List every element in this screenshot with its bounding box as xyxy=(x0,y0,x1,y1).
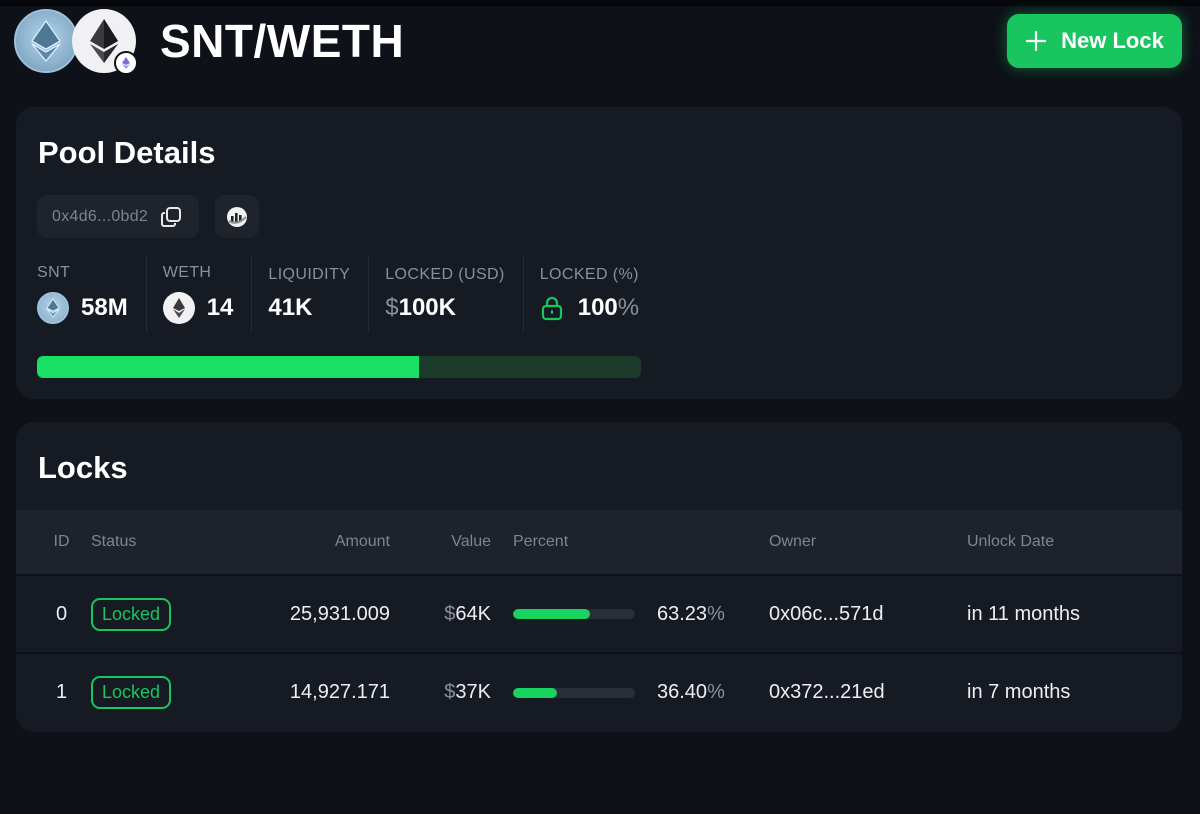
currency-symbol: $ xyxy=(444,602,456,625)
pool-details-title: Pool Details xyxy=(38,135,216,170)
stat-locked-usd: LOCKED (USD) $ 100K xyxy=(385,255,524,333)
stat-liquidity-label: LIQUIDITY xyxy=(268,266,351,283)
currency-symbol: $ xyxy=(444,681,456,703)
col-value: Value xyxy=(451,533,491,550)
stat-weth-label: WETH xyxy=(162,264,212,281)
stat-locked-pct: LOCKED (%) 100% xyxy=(540,255,657,333)
lock-percent: 36.40 xyxy=(657,681,708,703)
lock-amount: 25,931.009 xyxy=(289,602,390,625)
lock-owner[interactable]: 0x372...21ed xyxy=(769,653,967,731)
status-badge: Locked xyxy=(91,597,172,631)
pool-address-chip[interactable]: 0x4d6...0bd2 xyxy=(37,195,199,238)
stat-snt-value: 58M xyxy=(81,294,128,321)
snt-token-icon xyxy=(14,9,78,73)
lock-percent-bar-fill xyxy=(513,609,591,619)
lock-percent-bar xyxy=(513,609,635,619)
pool-address: 0x4d6...0bd2 xyxy=(52,207,149,225)
eth-token-icon xyxy=(72,9,138,75)
new-lock-button[interactable]: New Lock xyxy=(1007,14,1182,68)
lock-percent-bar-fill xyxy=(513,687,558,698)
locks-table: ID Status Amount Value Percent Owner Unl… xyxy=(16,510,1182,731)
stat-weth: WETH 14 xyxy=(162,255,253,333)
new-lock-label: New Lock xyxy=(1061,28,1164,53)
ethereum-chain-icon xyxy=(114,51,138,75)
col-unlock-date: Unlock Date xyxy=(967,533,1055,550)
stat-snt: SNT 58M xyxy=(37,255,147,333)
chart-icon xyxy=(227,206,247,227)
percent-symbol: % xyxy=(617,294,640,321)
col-id: ID xyxy=(53,533,70,550)
locks-card: Locks ID Status Amount Value Percent Own… xyxy=(16,422,1182,732)
plus-icon xyxy=(1026,30,1047,52)
stat-locked-usd-label: LOCKED (USD) xyxy=(385,266,505,283)
lock-value: 64K xyxy=(455,602,491,625)
top-border xyxy=(0,0,1200,6)
pool-locked-progress xyxy=(37,356,641,378)
table-row[interactable]: 0 Locked 25,931.009 $64K 63.23% 0x06c...… xyxy=(16,575,1182,653)
table-header-row: ID Status Amount Value Percent Owner Unl… xyxy=(16,510,1182,575)
stat-weth-value: 14 xyxy=(206,294,234,321)
lock-percent: 63.23 xyxy=(657,602,708,625)
page-title: SNT/WETH xyxy=(160,15,405,67)
currency-symbol: $ xyxy=(385,294,399,321)
pool-stats: SNT 58M WETH 14 LIQUIDITY 41K LOCKED (US… xyxy=(37,255,673,333)
status-badge: Locked xyxy=(91,676,172,709)
lock-value: 37K xyxy=(455,681,491,703)
lock-percent-bar xyxy=(513,687,635,698)
col-amount: Amount xyxy=(334,533,390,550)
lock-icon xyxy=(541,296,562,321)
lock-owner[interactable]: 0x06c...571d xyxy=(769,575,967,653)
lock-id: 0 xyxy=(55,602,68,625)
pair-header: SNT/WETH xyxy=(14,8,405,75)
col-status: Status xyxy=(91,533,137,550)
col-percent: Percent xyxy=(513,533,569,550)
col-owner: Owner xyxy=(769,533,817,550)
stat-snt-label: SNT xyxy=(37,264,71,281)
stat-liquidity: LIQUIDITY 41K xyxy=(268,255,370,333)
locks-title: Locks xyxy=(38,450,128,485)
percent-symbol: % xyxy=(707,681,725,703)
stat-liquidity-value: 41K xyxy=(268,294,313,321)
stat-locked-pct-label: LOCKED (%) xyxy=(539,266,639,283)
lock-unlock-date: in 11 months xyxy=(967,602,1081,625)
pool-details-card: Pool Details 0x4d6...0bd2 SNT 58M WETH 1… xyxy=(16,107,1182,399)
snt-token-icon xyxy=(37,292,69,324)
percent-symbol: % xyxy=(707,602,725,625)
stat-locked-usd-value: 100K xyxy=(398,294,456,321)
pool-locked-progress-fill xyxy=(37,356,419,378)
lock-id: 1 xyxy=(55,681,68,703)
stat-locked-pct-value: 100 xyxy=(577,294,618,321)
eth-token-icon xyxy=(162,292,195,324)
lock-unlock-date: in 7 months xyxy=(967,681,1071,703)
copy-icon[interactable] xyxy=(160,206,182,228)
chart-button[interactable] xyxy=(215,195,259,238)
lock-amount: 14,927.171 xyxy=(289,681,390,703)
table-row[interactable]: 1 Locked 14,927.171 $37K 36.40% 0x372...… xyxy=(16,653,1182,731)
